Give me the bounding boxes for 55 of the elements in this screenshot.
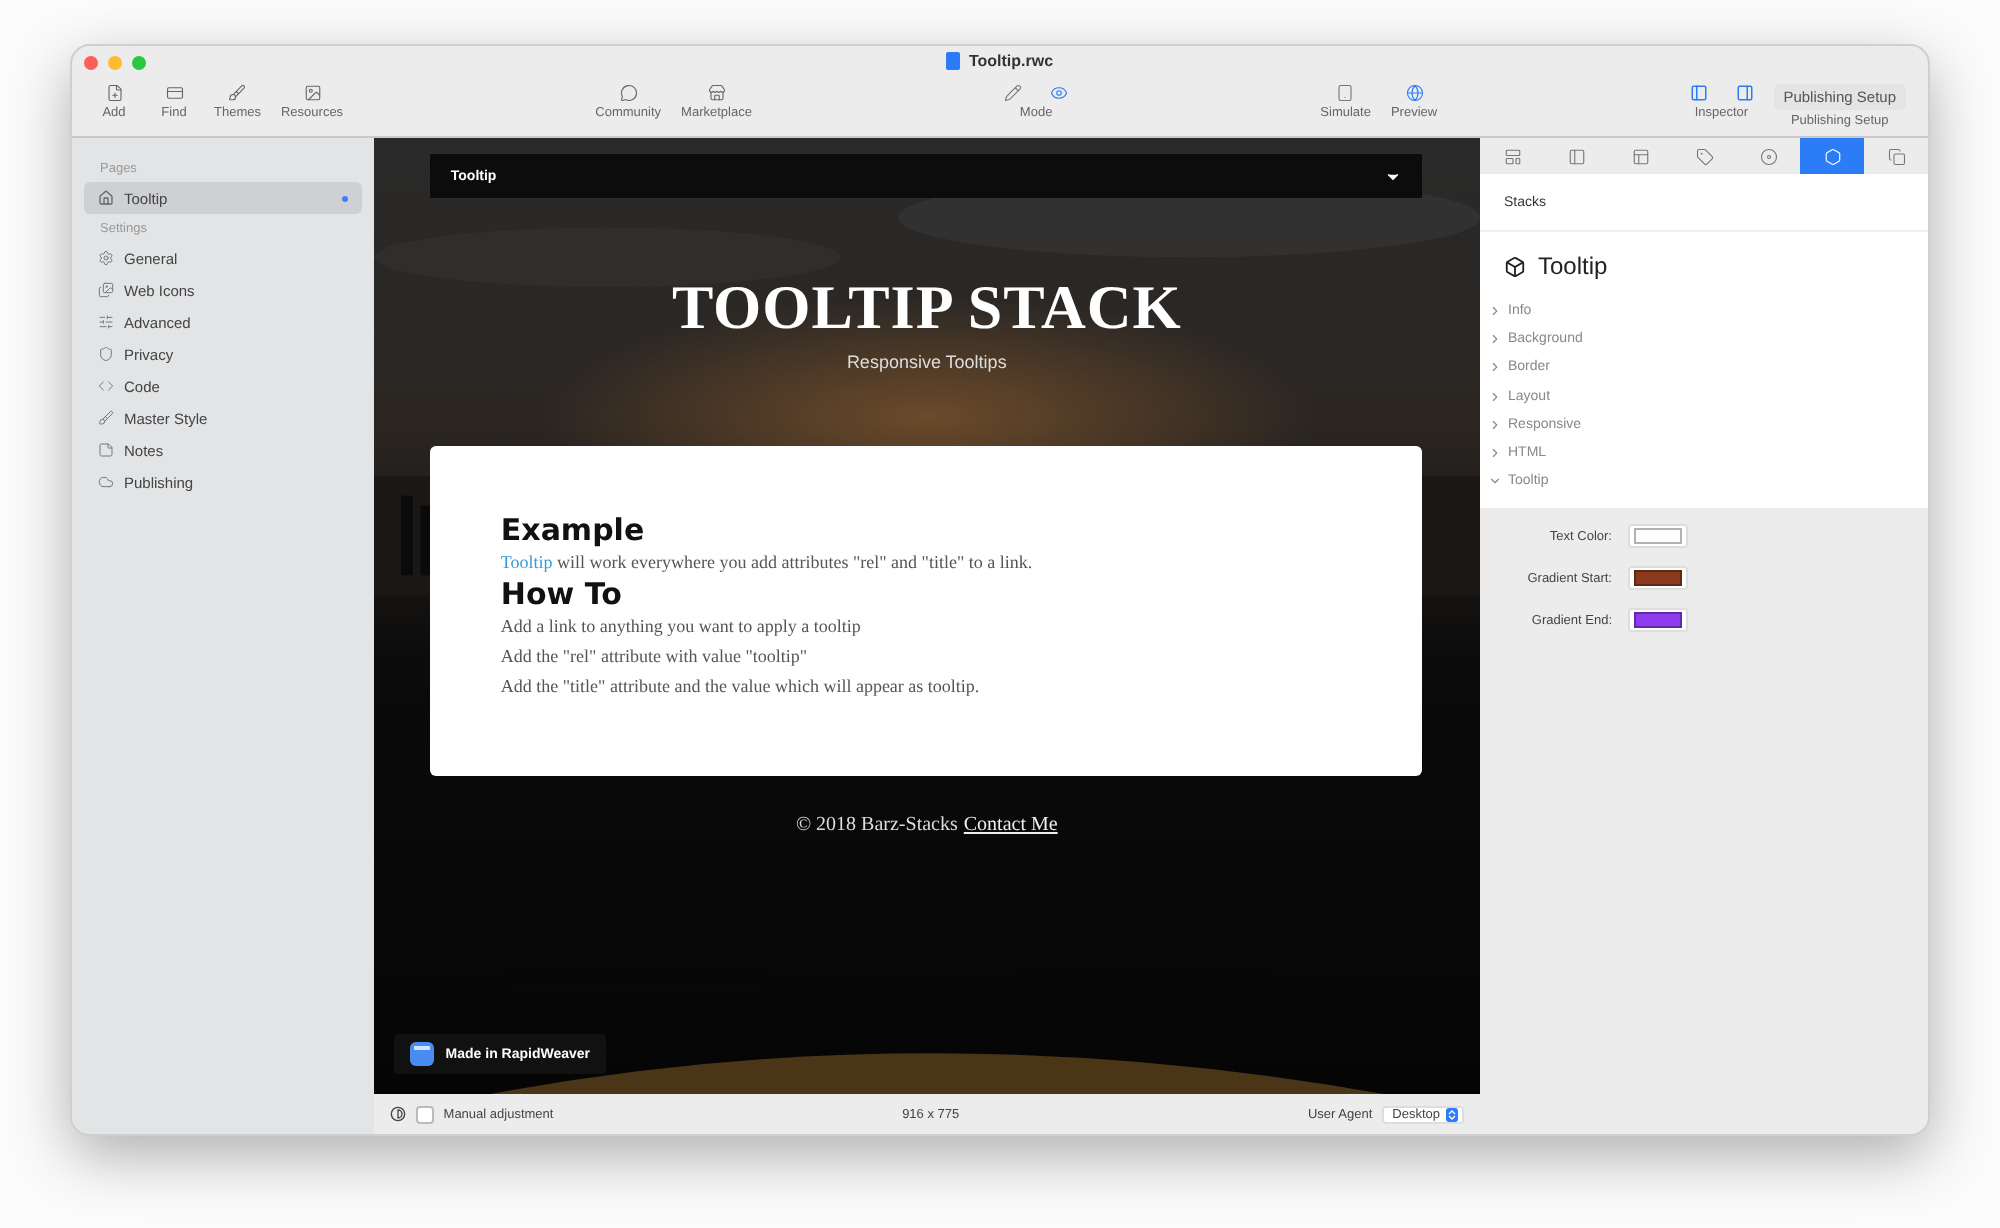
zoom-button[interactable] xyxy=(132,55,146,69)
home-icon xyxy=(98,190,114,206)
layout-icon xyxy=(1503,147,1521,165)
pencil-icon[interactable] xyxy=(1004,84,1023,102)
tag-icon xyxy=(1695,147,1713,165)
color-well[interactable] xyxy=(1628,566,1688,591)
chevron-down-icon xyxy=(1488,474,1502,489)
brush-icon xyxy=(98,410,114,426)
store-icon xyxy=(707,84,726,102)
globe-icon xyxy=(1405,84,1424,102)
section-heading: How To xyxy=(500,578,624,612)
app-icon xyxy=(409,1042,434,1066)
cloud-icon xyxy=(98,474,114,490)
minimize-button[interactable] xyxy=(108,55,122,69)
paragraph: Add the "rel" attribute with value "tooltip" xyxy=(500,644,810,670)
checkbox[interactable] xyxy=(415,1105,434,1123)
cube-icon xyxy=(1504,255,1526,277)
inspector-toggle-icon[interactable] xyxy=(1735,84,1754,102)
page-subtitle: Responsive Tooltips xyxy=(846,352,1007,372)
copy-icon xyxy=(1887,147,1905,165)
panel-icon xyxy=(1567,147,1585,165)
sliders-icon xyxy=(98,314,114,330)
sidebar-toggle-icon[interactable] xyxy=(1689,84,1708,102)
chat-icon xyxy=(619,84,638,102)
document-icon xyxy=(946,52,961,70)
shield-icon xyxy=(98,346,114,362)
contact-link[interactable]: Contact Me xyxy=(963,814,1058,836)
color-well[interactable] xyxy=(1628,524,1688,549)
stepper-icon xyxy=(1446,1107,1459,1121)
window-title: Tooltip.rwc xyxy=(968,52,1054,70)
file-plus-icon xyxy=(105,84,123,102)
image-icon xyxy=(303,84,322,102)
settings-icon xyxy=(98,250,114,266)
layout-icon xyxy=(1631,147,1649,165)
section-heading: Example xyxy=(500,514,647,548)
stack-title: Tooltip xyxy=(1538,252,1608,280)
code-icon xyxy=(98,378,114,394)
paragraph: Add a link to anything you want to apply a tooltip xyxy=(500,614,863,640)
appearance-icon[interactable] xyxy=(389,1106,406,1122)
text-link[interactable]: Tooltip xyxy=(500,552,553,572)
disc-icon xyxy=(1759,147,1777,165)
close-button[interactable] xyxy=(84,55,98,69)
note-icon xyxy=(98,442,114,458)
paragraph: Tooltip will work everywhere you add attributes "rel" and "title" to a link. xyxy=(500,550,1035,576)
color-well[interactable] xyxy=(1628,608,1688,633)
hexagon-icon xyxy=(1823,147,1841,165)
brush-icon xyxy=(228,84,247,102)
inspector-tab[interactable] xyxy=(1800,138,1864,174)
tablet-icon xyxy=(1336,84,1355,102)
paragraph: Add the "title" attribute and the value which will appear as tooltip. xyxy=(500,674,982,700)
page-title: TOOLTIP STACK xyxy=(671,272,1182,344)
footer-text: © 2018 Barz-Stacks xyxy=(795,814,958,836)
eye-icon[interactable] xyxy=(1050,84,1069,102)
images-icon xyxy=(98,282,114,298)
card-icon xyxy=(165,84,183,102)
